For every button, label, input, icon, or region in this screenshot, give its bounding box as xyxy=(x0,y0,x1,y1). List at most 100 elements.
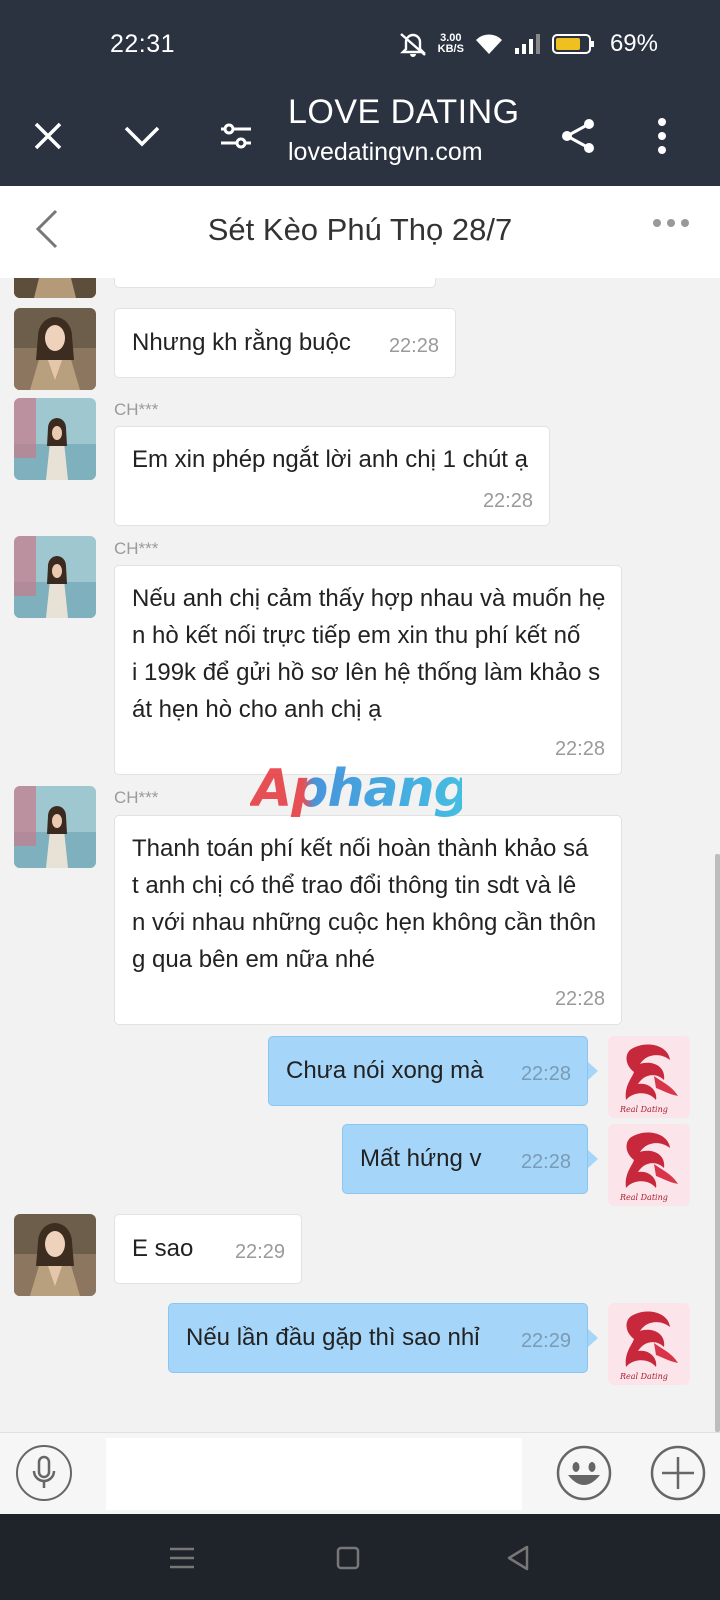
message-bubble[interactable]: Nếu anh chị cảm thấy hợp nhau và muốn hẹ… xyxy=(114,565,622,775)
chat-title: Sét Kèo Phú Thọ 28/7 xyxy=(207,212,513,247)
battery-icon xyxy=(551,34,594,54)
bubble-tail xyxy=(588,1062,598,1080)
bubble-tail xyxy=(588,1150,598,1168)
status-icons: 3.00 KB/S 69% xyxy=(398,30,658,58)
message-text-line: n với nhau những cuộc hẹn không cần thôn xyxy=(132,909,597,936)
svg-text:Real Dating: Real Dating xyxy=(619,1372,668,1381)
avatar-photo-icon xyxy=(14,536,96,618)
message-bubble-outgoing[interactable]: Nếu lần đầu gặp thì sao nhỉ 22:29 xyxy=(168,1303,588,1373)
status-bar: 22:31 3.00 KB/S 69% xyxy=(0,0,720,88)
home-icon xyxy=(336,1546,360,1570)
chat-more-button[interactable] xyxy=(652,216,690,234)
message-text: Nếu lần đầu gặp thì sao nhỉ xyxy=(186,1324,480,1351)
back-triangle-icon xyxy=(507,1545,529,1571)
message-text: Mất hứng v xyxy=(360,1145,482,1172)
watermark-logo-icon: Aphang xyxy=(248,759,471,819)
message-time: 22:29 xyxy=(234,1241,285,1263)
svg-text:Real Dating: Real Dating xyxy=(619,1105,668,1114)
status-time: 22:31 xyxy=(110,30,176,58)
more-vertical-icon xyxy=(658,118,666,154)
message-text-line: t anh chị có thể trao đổi thông tin sdt … xyxy=(132,872,577,899)
svg-text:Aphang: Aphang xyxy=(250,759,462,818)
real-dating-logo-icon: Real Dating xyxy=(608,1036,690,1118)
mute-icon xyxy=(399,33,426,57)
message-time: 22:28 xyxy=(388,335,439,357)
chevron-down-icon xyxy=(124,126,160,147)
avatar-self[interactable]: Real Dating xyxy=(608,1124,690,1206)
avatar-photo-icon xyxy=(14,786,96,868)
message-text-line: Thanh toán phí kết nối hoàn thành khảo s… xyxy=(132,835,589,862)
close-icon xyxy=(34,122,62,150)
watermark-logo: Aphang xyxy=(248,758,471,831)
nav-home-button[interactable] xyxy=(332,1542,364,1574)
message-text-line: át hẹn hò cho anh chị ạ xyxy=(132,696,382,723)
message-text: Em xin phép ngắt lời anh chị 1 chút ạ xyxy=(132,446,528,473)
avatar-self[interactable]: Real Dating xyxy=(608,1036,690,1118)
message-text-line: n hò kết nối trực tiếp em xin thu phí kế… xyxy=(132,622,581,649)
sender-name: CH*** xyxy=(114,400,159,419)
emoji-icon xyxy=(556,1445,612,1501)
bubble-tail xyxy=(588,1329,598,1347)
message-text-line: i 199k để gửi hồ sơ lên hệ thống làm khả… xyxy=(132,659,601,686)
menu-icon xyxy=(170,1547,194,1569)
site-url[interactable]: lovedatingvn.com xyxy=(288,138,483,167)
mic-icon xyxy=(32,1455,56,1488)
avatar-contact-b[interactable] xyxy=(14,398,96,480)
message-text: Chưa nói xong mà xyxy=(286,1057,484,1084)
message-time: 22:28 xyxy=(554,738,605,760)
signal-icon xyxy=(514,34,540,54)
real-dating-logo-icon: Real Dating xyxy=(608,1303,690,1385)
message-bubble[interactable]: Nhưng kh rằng buộc 22:28 xyxy=(114,308,456,378)
wifi-icon xyxy=(475,34,502,54)
real-dating-logo-icon: Real Dating xyxy=(608,1124,690,1206)
message-bubble-outgoing[interactable]: Mất hứng v 22:28 xyxy=(342,1124,588,1194)
avatar-photo-icon xyxy=(14,308,96,390)
message-text-line: g qua bên em nữa nhé xyxy=(132,946,375,973)
avatar-photo-icon xyxy=(14,398,96,480)
battery-percent: 69% xyxy=(609,30,658,57)
message-text-line: Nếu anh chị cảm thấy hợp nhau và muốn hẹ xyxy=(132,585,606,612)
message-time: 22:29 xyxy=(520,1330,571,1352)
message-bubble[interactable]: Thanh toán phí kết nối hoàn thành khảo s… xyxy=(114,815,622,1025)
message-text: Nhưng kh rằng buộc xyxy=(132,329,351,356)
nav-back-button[interactable] xyxy=(502,1542,534,1574)
site-title: LOVE DATING xyxy=(288,93,520,131)
message-bubble[interactable]: Em xin phép ngắt lời anh chị 1 chút ạ 22… xyxy=(114,426,550,526)
message-input[interactable] xyxy=(106,1438,522,1510)
share-icon xyxy=(562,119,594,153)
avatar-self[interactable]: Real Dating xyxy=(608,1303,690,1385)
avatar-contact-b[interactable] xyxy=(14,786,96,868)
message-bubble-outgoing[interactable]: Chưa nói xong mà 22:28 xyxy=(268,1036,588,1106)
message-bubble[interactable]: E sao 22:29 xyxy=(114,1214,302,1284)
browser-bar: LOVE DATING lovedatingvn.com xyxy=(0,88,720,186)
message-time: 22:28 xyxy=(520,1151,571,1173)
sender-name: CH*** xyxy=(114,788,159,807)
more-options-button[interactable] xyxy=(636,110,688,162)
nav-menu-button[interactable] xyxy=(166,1542,198,1574)
scrollbar[interactable] xyxy=(715,854,720,1432)
avatar-contact-a[interactable] xyxy=(14,1214,96,1296)
chat-messages[interactable]: Nhưng kh rằng buộc 22:28 CH*** Em xin ph… xyxy=(0,278,720,1432)
more-horizontal-icon xyxy=(653,219,689,227)
avatar-contact-a[interactable] xyxy=(14,278,96,298)
page-settings-button[interactable] xyxy=(210,110,262,162)
net-speed: 3.00 KB/S xyxy=(438,33,464,55)
message-time: 22:28 xyxy=(554,988,605,1010)
net-speed-unit: KB/S xyxy=(437,43,464,55)
message-text: E sao xyxy=(132,1235,194,1262)
avatar-contact-b[interactable] xyxy=(14,536,96,618)
svg-text:Real Dating: Real Dating xyxy=(619,1193,668,1202)
close-button[interactable] xyxy=(22,110,74,162)
attach-button[interactable] xyxy=(650,1445,706,1501)
sender-name: CH*** xyxy=(114,539,159,558)
share-button[interactable] xyxy=(552,110,604,162)
message-bubble-partial[interactable] xyxy=(114,278,436,288)
minimize-button[interactable] xyxy=(116,110,168,162)
chat-header: Sét Kèo Phú Thọ 28/7 xyxy=(0,186,720,278)
avatar-photo-icon xyxy=(14,278,96,298)
voice-button[interactable] xyxy=(16,1445,72,1501)
emoji-button[interactable] xyxy=(556,1445,612,1501)
avatar-photo-icon xyxy=(14,1214,96,1296)
filter-icon xyxy=(221,123,251,149)
avatar-contact-a[interactable] xyxy=(14,308,96,390)
